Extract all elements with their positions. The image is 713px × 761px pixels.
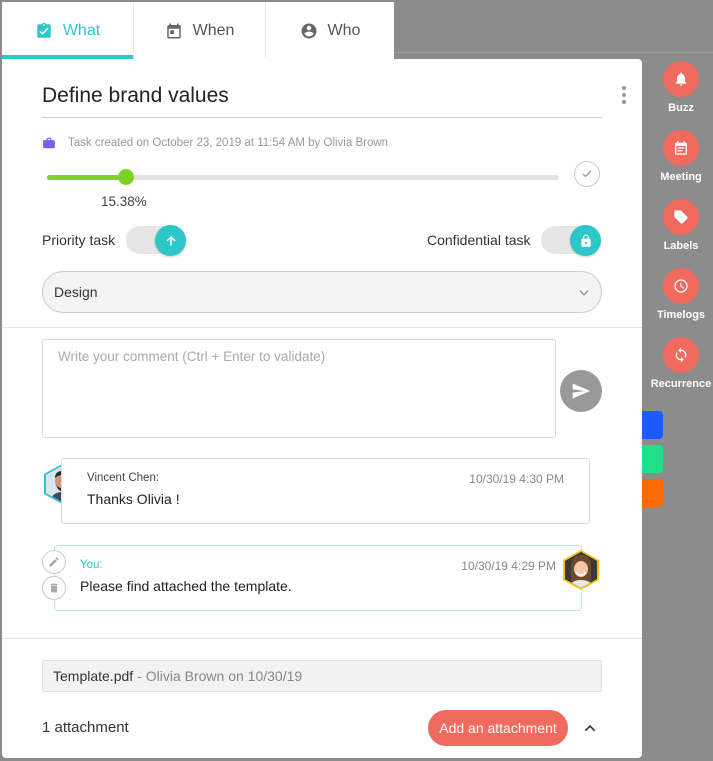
task-title[interactable]: Define brand values bbox=[42, 84, 229, 108]
confidential-toggle[interactable] bbox=[541, 225, 601, 256]
arrow-up-icon bbox=[165, 235, 176, 246]
progress-slider[interactable] bbox=[47, 169, 559, 185]
comment-author: Vincent Chen: bbox=[87, 472, 160, 484]
sidebar-label: Recurrence bbox=[650, 378, 712, 390]
confidential-label: Confidential task bbox=[427, 232, 531, 248]
sidebar-label: Buzz bbox=[668, 102, 694, 114]
confidential-toggle-knob bbox=[570, 225, 601, 256]
sidebar-item-timelogs[interactable]: Timelogs bbox=[646, 268, 713, 321]
task-meta-text: Task created on October 23, 2019 at 11:5… bbox=[68, 137, 389, 149]
divider bbox=[394, 52, 713, 53]
send-icon bbox=[572, 383, 591, 399]
complete-task-button[interactable] bbox=[574, 161, 600, 187]
sidebar-item-meeting[interactable]: Meeting bbox=[646, 130, 713, 183]
sidebar-label: Labels bbox=[663, 240, 699, 252]
calendar-icon bbox=[166, 23, 181, 38]
task-meta: Task created on October 23, 2019 at 11:5… bbox=[42, 134, 388, 152]
tab-what[interactable]: What bbox=[2, 2, 134, 59]
refresh-icon bbox=[675, 347, 687, 363]
divider bbox=[2, 327, 642, 328]
delete-comment-button[interactable] bbox=[42, 576, 66, 600]
color-swatch-green[interactable] bbox=[642, 445, 663, 473]
bell-icon bbox=[675, 72, 687, 86]
category-value: Design bbox=[54, 284, 98, 300]
sidebar-label: Meeting bbox=[660, 171, 702, 183]
comment-card: Vincent Chen: 10/30/19 4:30 PM Thanks Ol… bbox=[61, 458, 590, 524]
person-icon bbox=[565, 552, 597, 588]
comment-input[interactable] bbox=[43, 340, 555, 437]
priority-toggle-knob bbox=[155, 225, 186, 256]
attachment-name[interactable]: Template.pdf bbox=[53, 668, 133, 684]
progress-fill bbox=[47, 175, 126, 180]
tab-what-label: What bbox=[62, 21, 101, 39]
task-panel: Define brand values Task created on Octo… bbox=[2, 59, 642, 758]
progress-handle[interactable] bbox=[117, 169, 134, 185]
divider bbox=[2, 638, 642, 639]
attachment-item[interactable]: Template.pdf - Olivia Brown on 10/30/19 bbox=[42, 660, 602, 692]
chevron-down-icon bbox=[579, 290, 589, 296]
category-select[interactable]: Design bbox=[42, 271, 602, 313]
comment-text: Please find attached the template. bbox=[80, 578, 292, 594]
sidebar-label: Timelogs bbox=[656, 309, 706, 321]
tag-icon bbox=[674, 210, 688, 224]
priority-toggle[interactable] bbox=[126, 225, 186, 256]
comment-time: 10/30/19 4:29 PM bbox=[461, 559, 556, 573]
tab-who[interactable]: Who bbox=[266, 2, 394, 59]
edit-comment-button[interactable] bbox=[42, 550, 66, 574]
comment-author: You: bbox=[80, 559, 103, 571]
comment-text: Thanks Olivia ! bbox=[87, 491, 180, 507]
comment-card-own: You: 10/30/19 4:29 PM Please find attach… bbox=[54, 545, 582, 611]
lock-icon bbox=[580, 234, 591, 247]
tab-who-label: Who bbox=[327, 21, 361, 39]
account-circle-icon bbox=[301, 23, 317, 38]
sidebar-item-buzz[interactable]: Buzz bbox=[646, 61, 713, 114]
color-swatch-blue[interactable] bbox=[642, 411, 663, 439]
check-icon bbox=[582, 170, 592, 178]
color-swatch-orange[interactable] bbox=[642, 479, 663, 507]
sidebar-item-labels[interactable]: Labels bbox=[646, 199, 713, 252]
more-options-icon[interactable] bbox=[622, 86, 628, 104]
send-comment-button[interactable] bbox=[560, 370, 602, 412]
attachment-meta: - Olivia Brown on 10/30/19 bbox=[137, 668, 303, 684]
clock-icon bbox=[674, 279, 688, 293]
tab-bar: What When Who bbox=[2, 2, 394, 59]
trash-icon bbox=[50, 583, 58, 593]
calendar-icon bbox=[675, 141, 687, 155]
add-attachment-button[interactable]: Add an attachment bbox=[428, 710, 568, 746]
comment-input-box[interactable] bbox=[42, 339, 556, 438]
tab-when[interactable]: When bbox=[134, 2, 266, 59]
sidebar-item-recurrence[interactable]: Recurrence bbox=[646, 337, 713, 390]
pencil-icon bbox=[49, 557, 59, 567]
comment-time: 10/30/19 4:30 PM bbox=[469, 472, 564, 486]
clipboard-check-icon bbox=[37, 22, 51, 38]
title-field[interactable]: Define brand values bbox=[42, 81, 602, 118]
tab-when-label: When bbox=[192, 21, 235, 39]
attachment-count: 1 attachment bbox=[42, 719, 129, 736]
progress-label: 15.38% bbox=[101, 194, 147, 209]
briefcase-icon bbox=[43, 137, 55, 149]
chevron-up-icon[interactable] bbox=[582, 720, 598, 736]
priority-label: Priority task bbox=[42, 232, 116, 248]
